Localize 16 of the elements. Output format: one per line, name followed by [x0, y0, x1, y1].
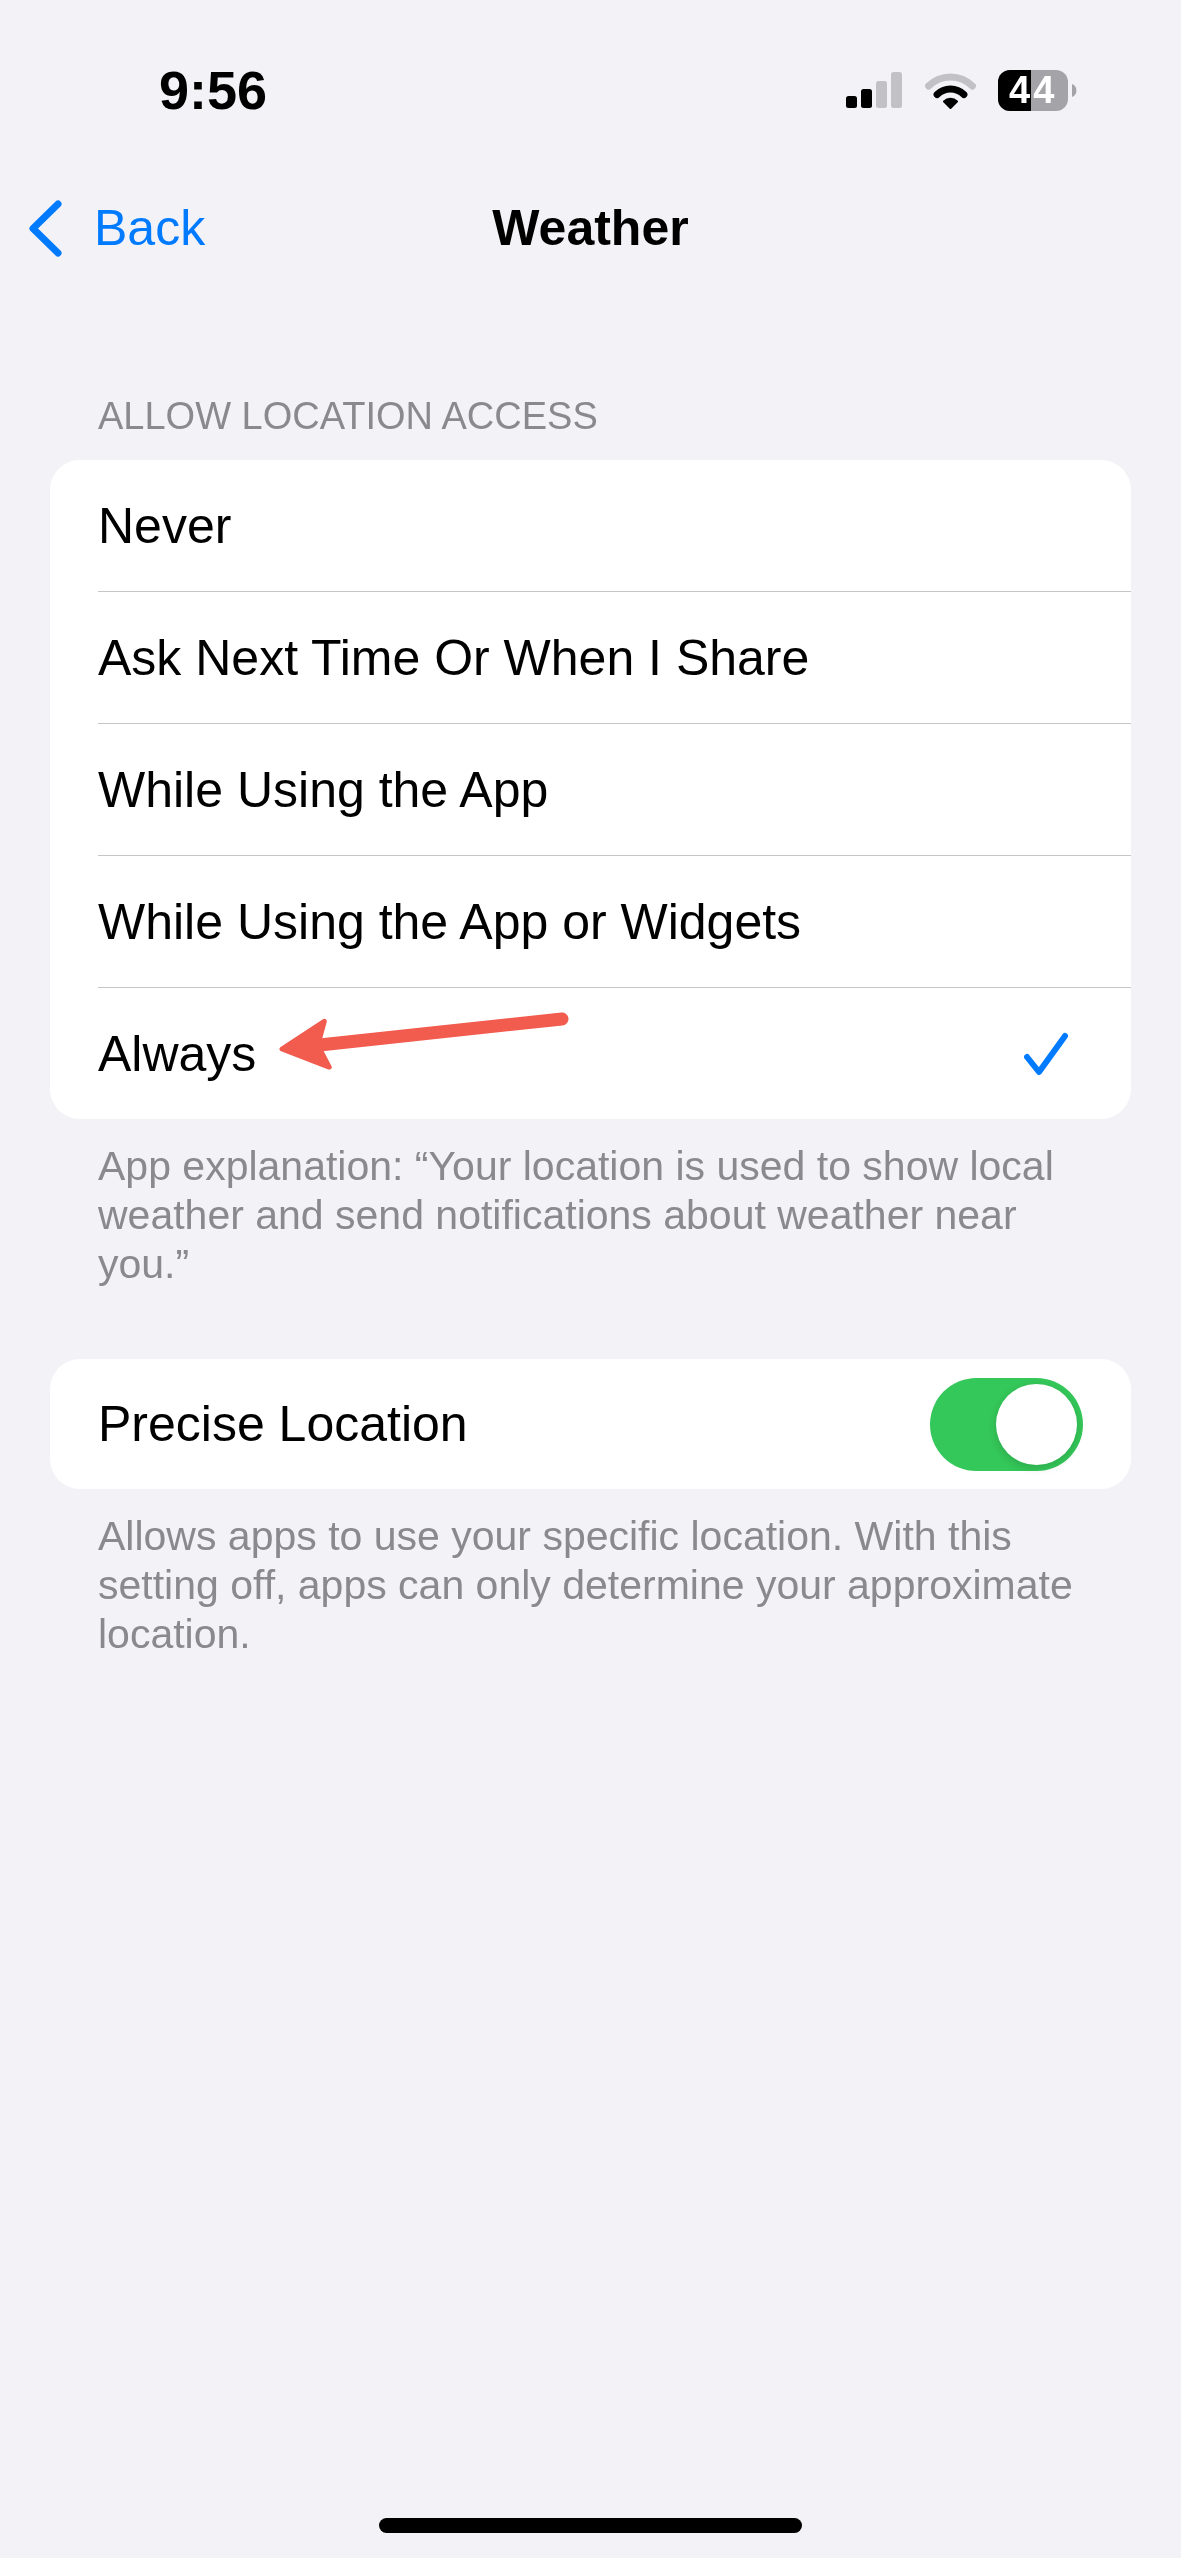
- location-option[interactable]: While Using the App or Widgets: [50, 856, 1131, 987]
- location-option[interactable]: Always: [50, 988, 1131, 1119]
- location-option[interactable]: While Using the App: [50, 724, 1131, 855]
- chevron-icon: [29, 199, 62, 257]
- footer-note: App explanation: “Your location is used to show local weather and send notifications about weather near you.”: [98, 1142, 1055, 1289]
- wifi-icon: [925, 71, 976, 109]
- footer-note: Allows apps to use your specific location. With this setting off, apps can only determine your approximate location.: [98, 1512, 1074, 1659]
- section-header: ALLOW LOCATION ACCESS: [98, 394, 598, 439]
- back-button[interactable]: Back: [29, 199, 206, 257]
- nav-title: Weather: [492, 199, 689, 258]
- location-option[interactable]: Ask Next Time Or When I Share: [50, 592, 1131, 723]
- signal-icon: [846, 72, 902, 108]
- setting-label: Precise Location: [98, 1395, 468, 1454]
- status-time: 9:56: [159, 63, 268, 117]
- checkmark-icon: [1024, 1031, 1068, 1076]
- location-option[interactable]: Never: [50, 460, 1131, 591]
